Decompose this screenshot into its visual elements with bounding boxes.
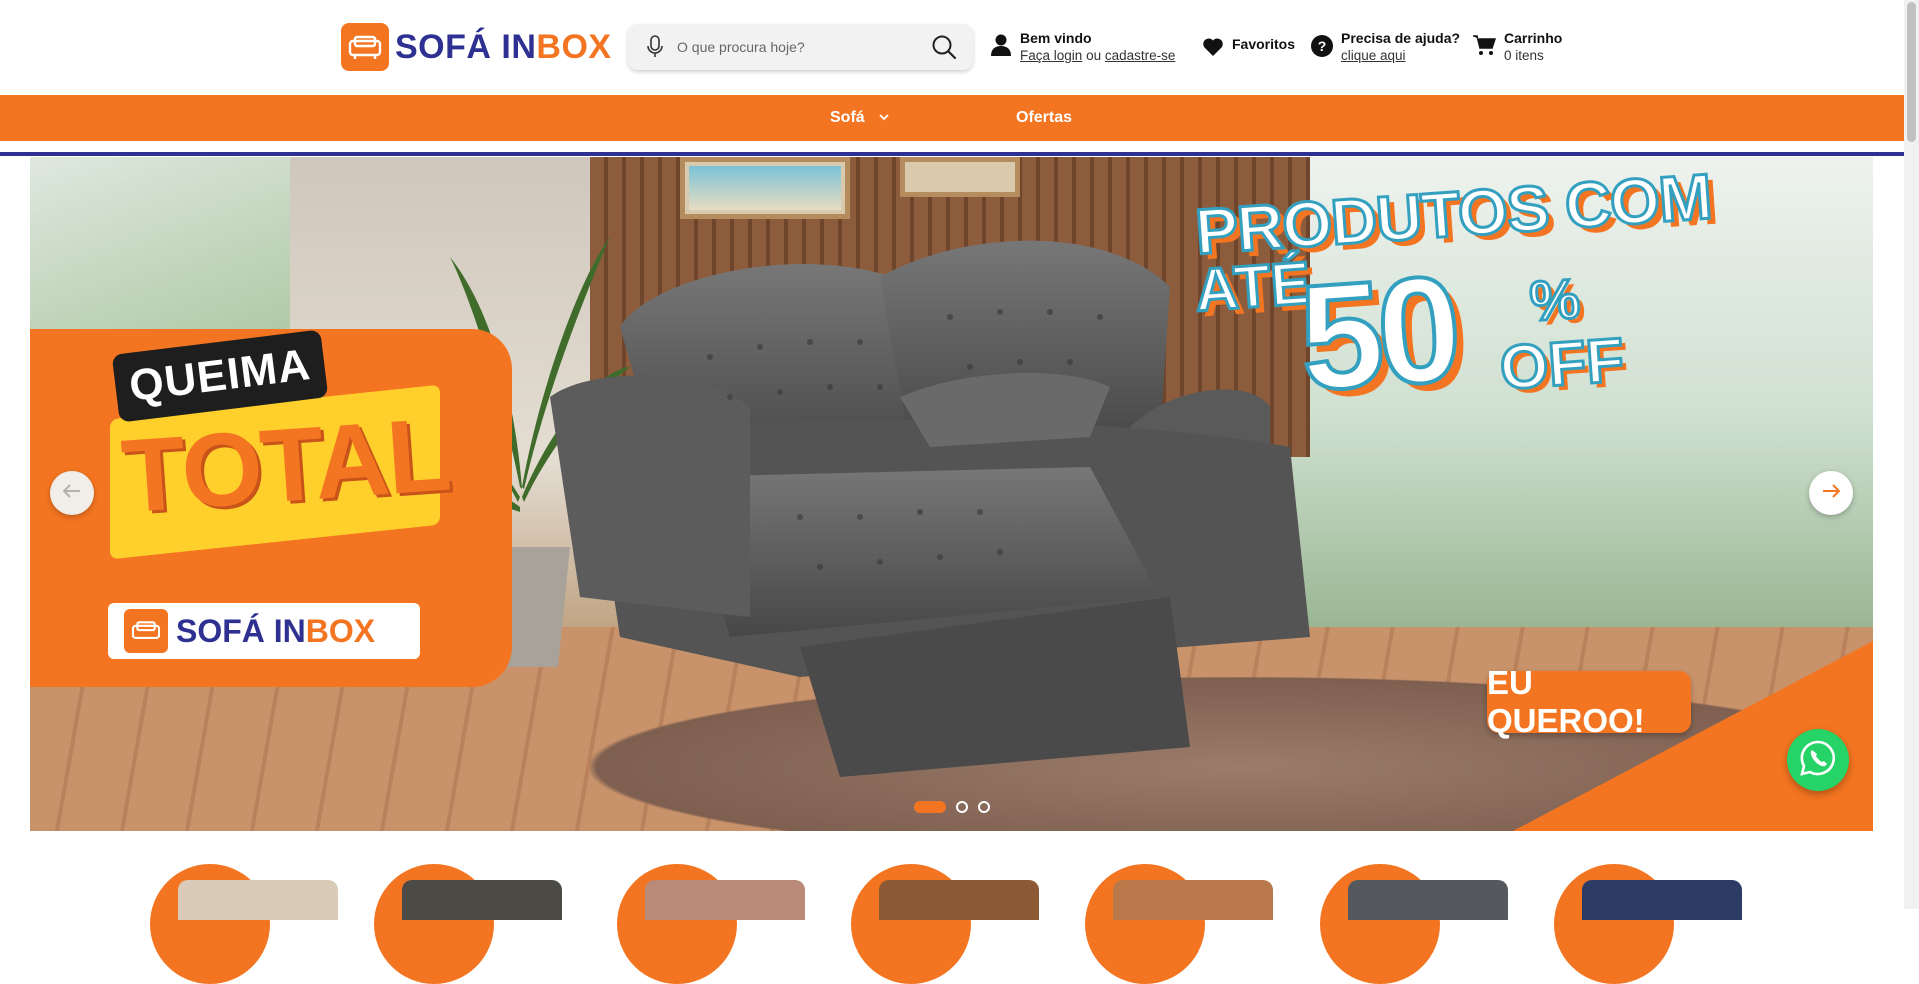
user-icon [990, 33, 1012, 61]
arrow-right-icon [1822, 483, 1841, 503]
promo-headline-percent: % [1526, 265, 1583, 334]
nav-item-ofertas-label: Ofertas [1016, 109, 1073, 126]
logo-text: SOFÁ INBOX [395, 28, 612, 67]
category-item[interactable] [617, 864, 807, 984]
category-sofa-image [1582, 880, 1742, 920]
carousel-next-button[interactable] [1809, 471, 1853, 515]
category-sofa-image [402, 880, 562, 920]
banner-logo-part1: SOFÁ IN [176, 612, 306, 649]
site-header: SOFÁ INBOX Bem vindo Faça login ou cadas… [0, 0, 1919, 95]
heart-icon [1202, 37, 1224, 61]
chevron-down-icon [879, 108, 889, 126]
nav-item-sofa[interactable]: Sofá [830, 109, 889, 127]
cart-title: Carrinho [1504, 30, 1563, 46]
logo-text-part2: BOX [536, 27, 612, 66]
category-item[interactable] [1085, 864, 1275, 984]
promo-total: TOTAL [118, 396, 453, 536]
sofa-logo-icon [124, 609, 168, 653]
cart-button[interactable]: Carrinho 0 itens [1472, 30, 1562, 64]
whatsapp-button[interactable] [1787, 729, 1849, 791]
microphone-icon[interactable] [645, 34, 665, 60]
cart-icon [1472, 34, 1497, 60]
nav-item-sofa-label: Sofá [830, 109, 865, 126]
promo-headline-50: 50 [1292, 242, 1462, 424]
login-link[interactable]: Faça login [1020, 48, 1082, 63]
carousel-prev-button[interactable] [50, 471, 94, 515]
category-item[interactable] [1554, 864, 1744, 984]
sofa-logo-icon [341, 23, 389, 71]
carousel-dot-3[interactable] [978, 801, 990, 813]
favorites-label: Favoritos [1232, 36, 1296, 52]
category-sofa-image [1113, 880, 1273, 920]
cart-count: 0 itens [1504, 48, 1544, 63]
whatsapp-icon [1799, 739, 1837, 782]
arrow-left-icon [62, 483, 81, 503]
beach-picture-frame [680, 157, 850, 219]
category-sofa-image [879, 880, 1039, 920]
banner-logo-part2: BOX [305, 612, 376, 649]
scrollbar-thumb[interactable] [1907, 2, 1916, 142]
category-item[interactable] [1320, 864, 1510, 984]
promo-headline-off: OFF [1496, 324, 1627, 404]
banner-cta-button[interactable]: EU QUEROO! [1487, 664, 1691, 739]
help-title: Precisa de ajuda? [1341, 30, 1461, 46]
carousel-dot-2[interactable] [956, 801, 968, 813]
search-icon[interactable] [931, 34, 957, 60]
sofa-image [550, 240, 1310, 777]
category-item[interactable] [150, 864, 340, 984]
search-input[interactable] [677, 39, 917, 55]
category-item[interactable] [851, 864, 1041, 984]
help-link[interactable]: clique aqui [1341, 48, 1406, 63]
category-item[interactable] [374, 864, 564, 984]
signup-link[interactable]: cadastre-se [1105, 48, 1176, 63]
picture-frame [900, 157, 1020, 197]
logo-text-part1: SOFÁ IN [395, 27, 537, 66]
carousel-dots [914, 801, 1000, 813]
banner-logo: SOFÁ INBOX [108, 603, 420, 659]
account-area: Bem vindo Faça login ou cadastre-se [990, 30, 1175, 64]
svg-text:?: ? [1318, 38, 1327, 54]
hero-banner[interactable]: QUEIMA TOTAL SOFÁ INBOX PRODUTOS COM ATÉ… [30, 157, 1873, 831]
search-bar [628, 24, 973, 70]
carousel-dot-1[interactable] [914, 801, 946, 813]
category-sofa-image [645, 880, 805, 920]
category-strip [0, 858, 1904, 984]
favorites-link[interactable]: Favoritos [1202, 36, 1295, 61]
nav-item-ofertas[interactable]: Ofertas [1016, 109, 1072, 127]
nav-divider [0, 152, 1904, 156]
page-scrollbar[interactable] [1904, 0, 1919, 909]
help-area: ? Precisa de ajuda? clique aqui [1311, 30, 1460, 64]
site-logo[interactable]: SOFÁ INBOX [341, 22, 612, 72]
main-nav: Sofá Ofertas [0, 95, 1904, 141]
account-or: ou [1086, 48, 1102, 63]
question-icon: ? [1311, 35, 1333, 61]
category-sofa-image [178, 880, 338, 920]
category-sofa-image [1348, 880, 1508, 920]
account-welcome: Bem vindo [1020, 30, 1092, 46]
